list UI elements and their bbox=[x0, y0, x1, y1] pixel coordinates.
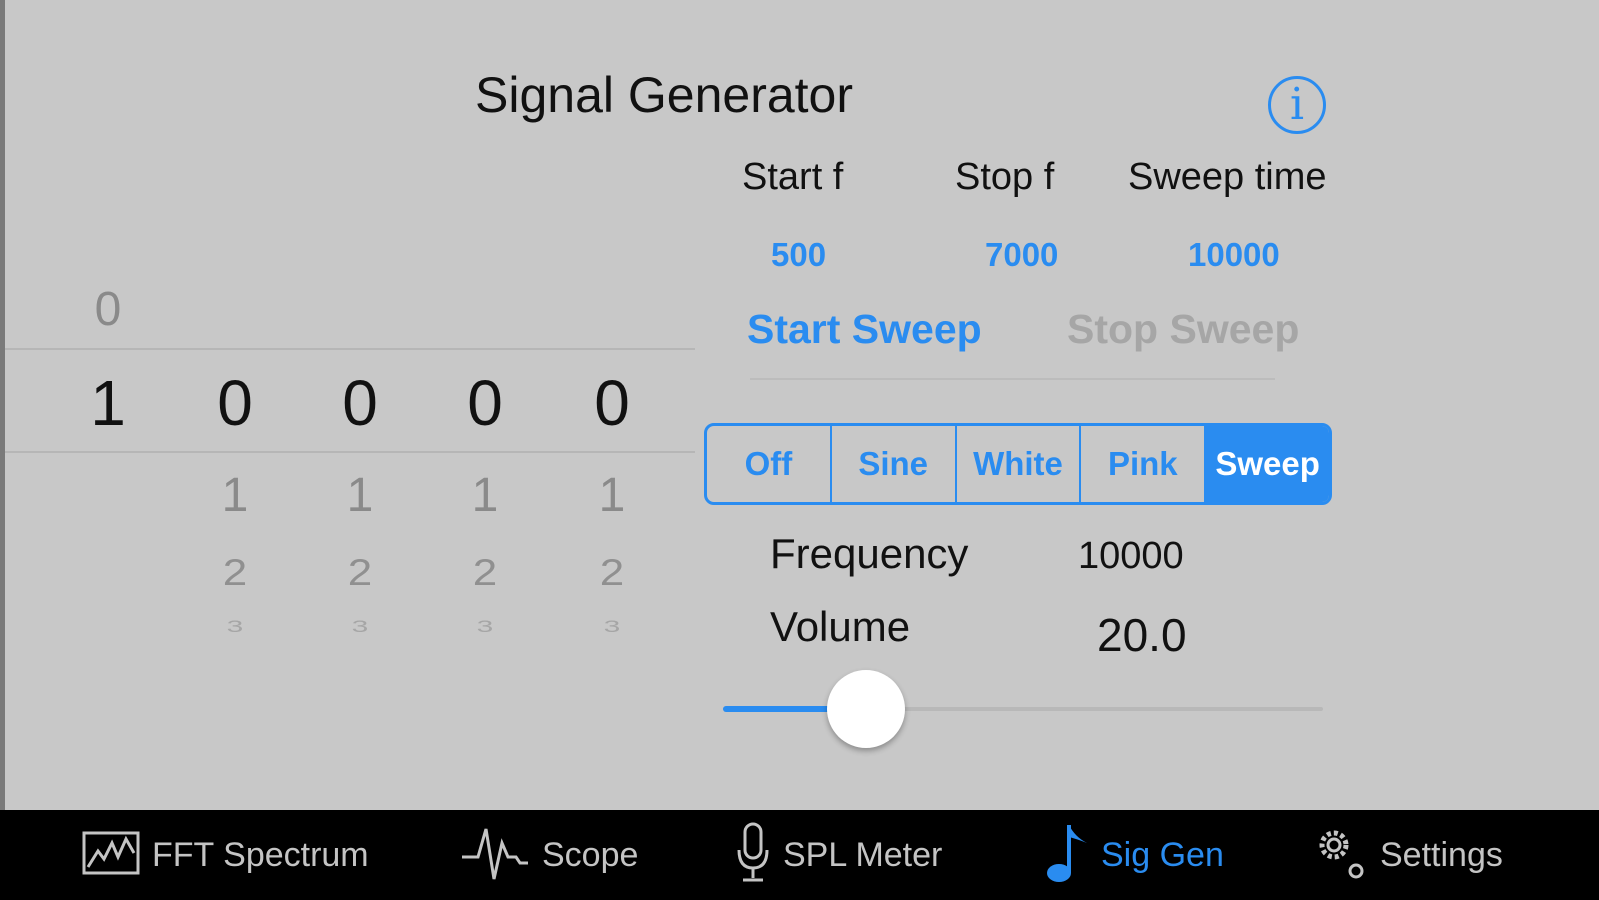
tab-spl-meter[interactable]: SPL Meter bbox=[735, 810, 942, 900]
spectrum-icon bbox=[82, 829, 140, 882]
start-sweep-button[interactable]: Start Sweep bbox=[747, 306, 982, 353]
picker-col3-below3: 3 bbox=[351, 617, 369, 636]
stop-sweep-button[interactable]: Stop Sweep bbox=[1067, 306, 1299, 353]
tab-bar: FFT Spectrum Scope SPL Meter Sig Gen Set… bbox=[0, 810, 1599, 900]
volume-value: 20.0 bbox=[1097, 609, 1187, 661]
tab-label: Settings bbox=[1380, 835, 1503, 874]
tab-label: SPL Meter bbox=[783, 835, 943, 874]
picker-col2-selected[interactable]: 0 bbox=[205, 366, 265, 440]
picker-col4-selected[interactable]: 0 bbox=[455, 366, 515, 440]
info-icon[interactable]: i bbox=[1268, 76, 1326, 134]
tab-label: FFT Spectrum bbox=[152, 835, 369, 874]
stop-f-label: Stop f bbox=[955, 156, 1055, 198]
tab-settings[interactable]: Settings bbox=[1312, 810, 1503, 900]
volume-label: Volume bbox=[770, 603, 911, 650]
mode-white[interactable]: White bbox=[957, 426, 1082, 502]
picker-col5-below1: 1 bbox=[598, 469, 626, 522]
picker-col2-below2: 2 bbox=[222, 551, 248, 594]
volume-slider-thumb[interactable] bbox=[827, 670, 905, 748]
divider bbox=[750, 378, 1275, 380]
microphone-icon bbox=[735, 822, 771, 889]
picker-col5-selected[interactable]: 0 bbox=[582, 366, 642, 440]
gear-icon bbox=[1312, 823, 1368, 888]
picker-col4-below2: 2 bbox=[472, 551, 498, 594]
tab-label: Sig Gen bbox=[1101, 835, 1224, 874]
start-f-value[interactable]: 500 bbox=[771, 236, 826, 274]
picker-col4-below1: 1 bbox=[471, 469, 499, 522]
picker-bottom-rule bbox=[5, 451, 695, 453]
picker-col2-below3: 3 bbox=[226, 617, 244, 636]
mode-sine[interactable]: Sine bbox=[832, 426, 957, 502]
mode-off[interactable]: Off bbox=[707, 426, 832, 502]
frequency-label: Frequency bbox=[770, 530, 969, 577]
tab-scope[interactable]: Scope bbox=[460, 810, 638, 900]
picker-col5-below2: 2 bbox=[599, 551, 625, 594]
mode-sweep[interactable]: Sweep bbox=[1206, 426, 1329, 502]
picker-col5-below3: 3 bbox=[603, 617, 621, 636]
picker-top-rule bbox=[5, 348, 695, 350]
picker-col1-above: 0 bbox=[94, 283, 122, 336]
stop-f-value[interactable]: 7000 bbox=[985, 236, 1058, 274]
waveform-icon bbox=[460, 823, 530, 888]
tab-fft-spectrum[interactable]: FFT Spectrum bbox=[82, 810, 369, 900]
tab-label: Scope bbox=[542, 835, 639, 874]
picker-col2-below1: 1 bbox=[221, 469, 249, 522]
page-title: Signal Generator bbox=[475, 67, 854, 123]
picker-col3-below1: 1 bbox=[346, 469, 374, 522]
picker-col3-below2: 2 bbox=[347, 551, 373, 594]
frequency-value: 10000 bbox=[1078, 535, 1184, 577]
tab-sig-gen[interactable]: Sig Gen bbox=[1045, 810, 1224, 900]
picker-col3-selected[interactable]: 0 bbox=[330, 366, 390, 440]
mode-segmented-control[interactable]: Off Sine White Pink Sweep bbox=[704, 423, 1332, 505]
picker-col1-selected[interactable]: 1 bbox=[78, 366, 138, 440]
music-note-icon bbox=[1045, 821, 1089, 890]
sweep-time-value[interactable]: 10000 bbox=[1188, 236, 1280, 274]
picker-col4-below3: 3 bbox=[476, 617, 494, 636]
start-f-label: Start f bbox=[742, 156, 844, 198]
mode-pink[interactable]: Pink bbox=[1081, 426, 1207, 502]
sweep-time-label: Sweep time bbox=[1128, 156, 1327, 198]
